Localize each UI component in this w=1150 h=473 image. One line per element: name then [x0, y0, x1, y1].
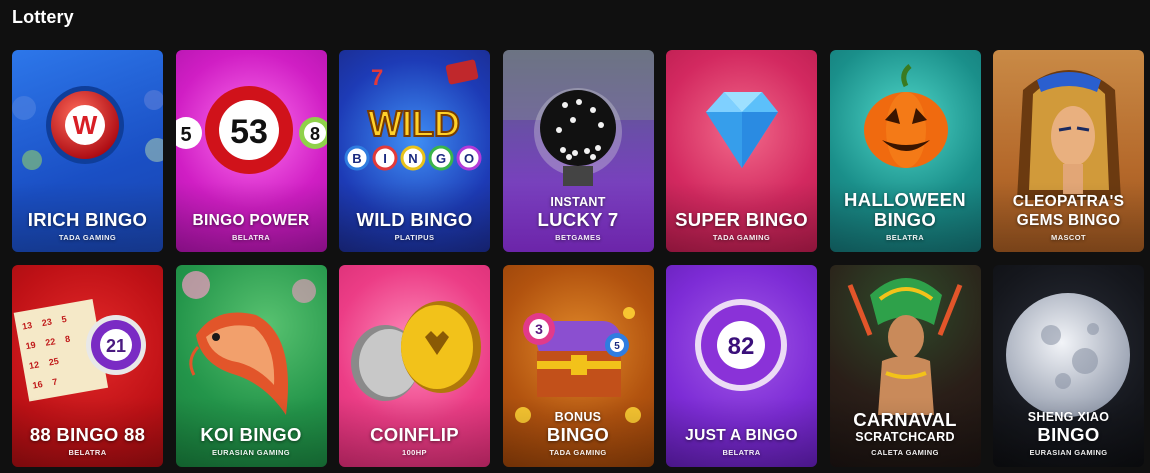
art-label: 8 [309, 124, 319, 144]
art-label: B [352, 151, 361, 166]
w-ball-letter: W [73, 110, 98, 140]
game-title: LUCKY 7 [537, 209, 619, 230]
art-label: O [464, 151, 474, 166]
game-provider: EURASIAN GAMING [211, 448, 291, 457]
ball-53-number: 53 [230, 113, 268, 151]
game-card-koi-bingo[interactable]: KOI BINGO EURASIAN GAMING [175, 265, 327, 467]
game-provider: TADA GAMING [549, 448, 607, 457]
game-card-super-bingo[interactable]: SUPER BINGO TADA GAMING [666, 50, 817, 252]
wild-logo: WILD [368, 103, 460, 144]
game-provider: PLATIPUS [394, 233, 435, 242]
game-card-irich-bingo[interactable]: W IRICH BINGO TADA GAMING [12, 50, 163, 252]
art-label: 3 [535, 321, 543, 337]
art-label: 7 [371, 65, 383, 90]
game-title: SHENG XIAO [1027, 410, 1110, 424]
game-title-prefix: BONUS [554, 410, 602, 424]
game-title: IRICH BINGO [27, 209, 148, 230]
game-card-carnaval-scratchcard[interactable]: CARNAVAL SCRATCHCARD CALETA GAMING [829, 265, 981, 467]
game-card-88-bingo-88[interactable]: 13 23 5 19 22 8 12 25 16 7 21 88 BINGO 8… [12, 265, 163, 467]
game-title: HALLOWEEN [844, 189, 966, 210]
game-provider: BELATRA [68, 448, 107, 457]
card-texts: WILD BINGO PLATIPUS [339, 209, 490, 243]
game-title: BINGO POWER [192, 212, 310, 229]
art-label: 13 [21, 320, 33, 332]
game-title-line2: BINGO [1037, 424, 1100, 445]
game-title: SUPER BINGO [675, 209, 808, 230]
game-provider: BELATRA [231, 233, 271, 242]
card-texts: KOI BINGO EURASIAN GAMING [176, 424, 327, 458]
art-label: 22 [45, 336, 57, 348]
game-title: 88 BINGO 88 [29, 424, 146, 445]
art-label: 12 [28, 359, 40, 371]
game-card-sheng-xiao-bingo[interactable]: SHENG XIAO BINGO EURASIAN GAMING [993, 265, 1144, 467]
game-title: CARNAVAL [853, 409, 957, 430]
game-provider: BELATRA [722, 448, 761, 457]
art-label: 5 [180, 124, 191, 146]
card-texts: COINFLIP 100HP [339, 424, 490, 458]
art-label: 5 [614, 341, 620, 352]
game-title: CLEOPATRA'S [1012, 193, 1125, 210]
card-texts: CLEOPATRA'S GEMS BINGO MASCOT [993, 192, 1144, 242]
card-texts: BINGO POWER BELATRA [176, 211, 327, 242]
game-title-line2: BINGO [873, 209, 937, 230]
game-provider: 100HP [402, 448, 427, 457]
game-provider: TADA GAMING [58, 233, 117, 242]
game-provider: CALETA GAMING [871, 448, 939, 457]
art-label: G [436, 151, 446, 166]
game-title: COINFLIP [370, 424, 459, 445]
game-title-line2: GEMS BINGO [1016, 212, 1121, 229]
art-label: I [383, 151, 387, 166]
art-label: 19 [25, 340, 37, 352]
ball-21-number: 21 [106, 336, 126, 356]
game-title: WILD BINGO [356, 209, 473, 230]
game-card-cleopatras-gems-bingo[interactable]: CLEOPATRA'S GEMS BINGO MASCOT [993, 50, 1144, 252]
game-grid: W IRICH BINGO TADA GAMING 5 8 53 BINGO P… [12, 50, 1144, 467]
game-title: BINGO [546, 424, 610, 445]
game-title-line2: SCRATCHCARD [855, 430, 955, 444]
game-card-wild-bingo[interactable]: WILD B I N G O 7 WILD BINGO PLATIPUS [339, 50, 490, 252]
game-card-bonus-bingo[interactable]: 3 5 BONUS BINGO TADA GAMING [502, 265, 654, 467]
game-provider: TADA GAMING [712, 233, 771, 242]
card-texts: CARNAVAL SCRATCHCARD CALETA GAMING [830, 409, 981, 458]
art-label: 25 [48, 356, 60, 368]
game-title-prefix: INSTANT [550, 195, 606, 209]
game-provider: BELATRA [885, 233, 925, 242]
card-texts: JUST A BINGO BELATRA [666, 426, 817, 457]
card-texts: SHENG XIAO BINGO EURASIAN GAMING [993, 410, 1144, 457]
game-title: KOI BINGO [200, 424, 302, 445]
art-label: 16 [32, 379, 44, 391]
section-title: Lottery [12, 7, 74, 27]
game-title: JUST A BINGO [685, 427, 798, 444]
card-texts: SUPER BINGO TADA GAMING [666, 209, 817, 243]
game-card-bingo-power[interactable]: 5 8 53 BINGO POWER BELATRA [175, 50, 327, 252]
art-label: 23 [41, 316, 53, 328]
game-card-coinflip[interactable]: COINFLIP 100HP [339, 265, 490, 467]
card-texts: IRICH BINGO TADA GAMING [12, 209, 163, 243]
ball-82-number: 82 [728, 333, 755, 360]
card-texts: INSTANT LUCKY 7 BETGAMES [503, 195, 654, 242]
game-card-instant-lucky-7[interactable]: INSTANT LUCKY 7 BETGAMES [502, 50, 654, 252]
card-texts: HALLOWEEN BINGO BELATRA [830, 189, 981, 243]
game-provider: BETGAMES [555, 233, 601, 242]
game-card-halloween-bingo[interactable]: HALLOWEEN BINGO BELATRA [829, 50, 981, 252]
game-card-just-a-bingo[interactable]: 82 JUST A BINGO BELATRA [666, 265, 817, 467]
art-label: N [408, 151, 417, 166]
card-texts: BONUS BINGO TADA GAMING [503, 410, 654, 457]
game-provider: MASCOT [1051, 233, 1086, 242]
game-provider: EURASIAN GAMING [1029, 448, 1108, 457]
card-texts: 88 BINGO 88 BELATRA [12, 424, 163, 458]
